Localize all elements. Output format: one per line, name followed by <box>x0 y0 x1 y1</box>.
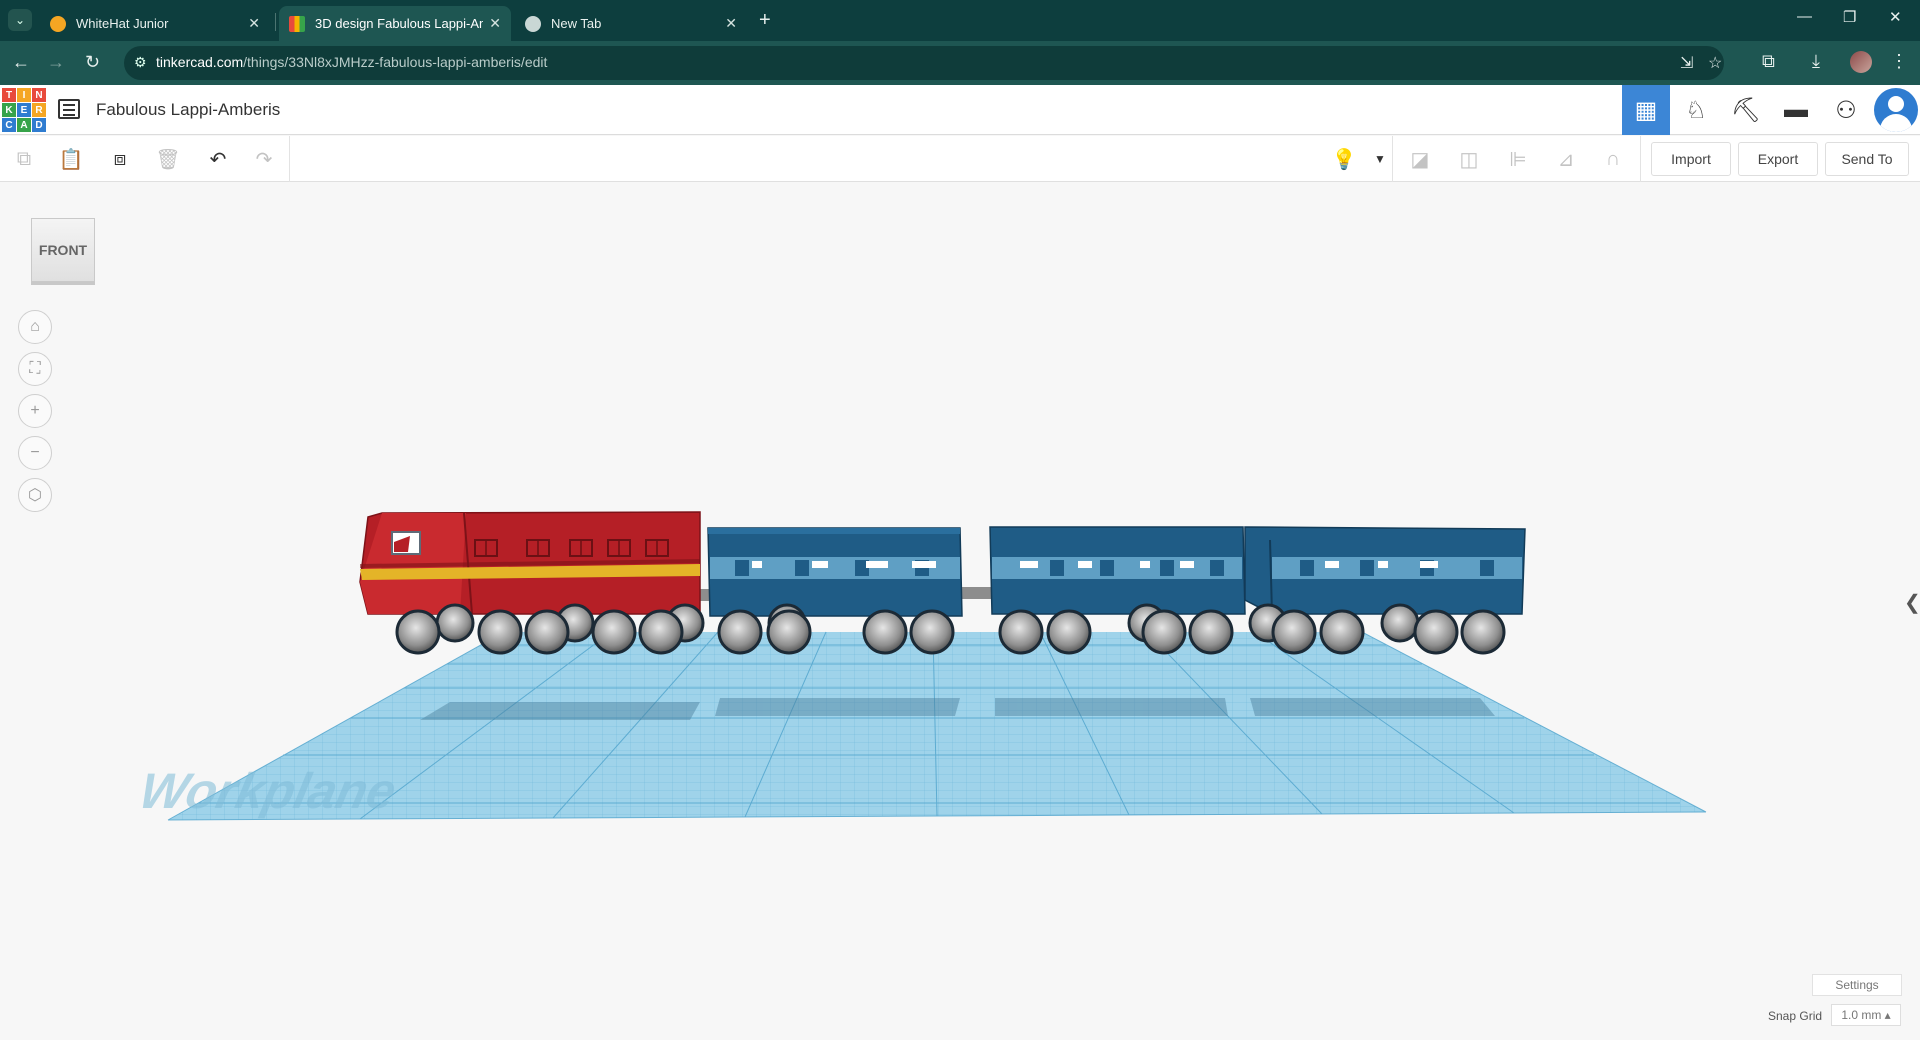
whitehat-favicon-icon <box>50 15 66 32</box>
logo-letter: T <box>2 88 16 102</box>
extensions-icon[interactable]: ⧉ <box>1762 51 1775 72</box>
mirror-icon[interactable]: ⊿ <box>1551 144 1581 174</box>
reload-icon[interactable]: ↻ <box>85 52 100 73</box>
magnet-icon[interactable]: ∩ <box>1598 144 1628 174</box>
bricks-icon[interactable]: ▬ <box>1772 85 1820 135</box>
align-icon[interactable]: ⊫ <box>1503 144 1533 174</box>
paste-icon[interactable]: 📋 <box>56 144 86 174</box>
ungroup-icon[interactable]: ◫ <box>1454 144 1484 174</box>
fit-view-icon[interactable]: ⛶ <box>18 352 52 386</box>
sim-lab-icon[interactable]: ♘ <box>1672 85 1720 135</box>
url-path: /things/33Nl8xJMHzz-fabulous-lappi-amber… <box>243 54 548 70</box>
blocks-pickaxe-icon[interactable]: ⛏ <box>1722 85 1770 135</box>
logo-letter: N <box>32 88 46 102</box>
browser-tab-bar: ⌄ WhiteHat Junior ✕ 3D design Fabulous L… <box>0 0 1920 41</box>
tab-divider <box>275 13 276 31</box>
import-button[interactable]: Import <box>1651 142 1731 176</box>
workplane-grid[interactable] <box>167 631 1707 821</box>
tab-tinkercad-design[interactable]: 3D design Fabulous Lappi-Amb ✕ <box>279 6 511 41</box>
3d-workspace[interactable]: Workplane FRONT ⌂ ⛶ + − ⬡ ❮ Settings Sna… <box>0 182 1920 1040</box>
toolbar-divider <box>1640 136 1641 182</box>
logo-letter: A <box>17 118 31 132</box>
view-cube-front[interactable]: FRONT <box>31 218 95 282</box>
tab-title: New Tab <box>551 16 602 31</box>
logo-letter: E <box>17 103 31 117</box>
blue-coach-3[interactable] <box>1244 526 1526 615</box>
site-info-icon[interactable]: ⚙ <box>134 54 147 71</box>
snap-grid-label: Snap Grid <box>1768 1009 1823 1023</box>
zoom-out-icon[interactable]: − <box>18 436 52 470</box>
duplicate-icon[interactable]: ⧈ <box>105 144 135 174</box>
logo-letter: D <box>32 118 46 132</box>
blue-coach-2[interactable] <box>989 526 1246 615</box>
3d-scene[interactable]: Workplane <box>0 182 1920 1040</box>
zoom-in-icon[interactable]: + <box>18 394 52 428</box>
snap-grid-select[interactable]: 1.0 mm ▴ <box>1831 1004 1901 1026</box>
restore-icon[interactable]: ❐ <box>1843 8 1856 26</box>
url-omnibox[interactable]: ⚙ tinkercad.com/things/33Nl8xJMHzz-fabul… <box>124 46 1724 80</box>
close-tab-icon[interactable]: ✕ <box>489 15 501 32</box>
3d-design-view-icon[interactable]: ▦ <box>1622 85 1670 135</box>
toolbar-divider <box>1392 136 1393 182</box>
tab-search-chevron-icon[interactable]: ⌄ <box>8 9 32 31</box>
tab-whitehat-junior[interactable]: WhiteHat Junior ✕ <box>40 6 270 41</box>
send-to-button[interactable]: Send To <box>1825 142 1909 176</box>
download-icon[interactable]: ⤓ <box>1812 51 1820 72</box>
tab-title: 3D design Fabulous Lappi-Amb <box>315 16 484 31</box>
logo-letter: C <box>2 118 16 132</box>
chevron-down-icon[interactable]: ▼ <box>1365 144 1395 174</box>
logo-letter: K <box>2 103 16 117</box>
browser-menu-icon[interactable]: ⋮ <box>1890 51 1908 72</box>
tinkercad-header: T I N K E R C A D Fabulous Lappi-Amberis… <box>0 85 1920 135</box>
browser-profile-avatar[interactable] <box>1850 51 1872 73</box>
blue-coach-1[interactable] <box>707 527 963 617</box>
user-avatar[interactable] <box>1874 88 1918 132</box>
close-tab-icon[interactable]: ✕ <box>725 15 737 32</box>
tab-title: WhiteHat Junior <box>76 16 169 31</box>
design-title[interactable]: Fabulous Lappi-Amberis <box>96 100 280 120</box>
close-tab-icon[interactable]: ✕ <box>248 15 260 32</box>
settings-button[interactable]: Settings <box>1812 974 1902 996</box>
chrome-favicon-icon <box>525 15 541 32</box>
home-view-icon[interactable]: ⌂ <box>18 310 52 344</box>
toolbar-divider <box>289 136 290 182</box>
invite-user-icon[interactable]: ⚇ <box>1822 85 1870 135</box>
undo-icon[interactable]: ↶ <box>203 144 233 174</box>
minimize-icon[interactable]: — <box>1797 8 1812 25</box>
edit-toolbar: ⧉ 📋 ⧈ 🗑 ↶ ↷ 💡 ▼ ◪ ◫ ⊫ ⊿ ∩ Import Export … <box>0 136 1920 182</box>
logo-letter: R <box>32 103 46 117</box>
trash-icon[interactable]: 🗑 <box>153 144 183 174</box>
collapse-panel-chevron-icon[interactable]: ❮ <box>1904 590 1920 615</box>
forward-icon[interactable]: → <box>47 52 65 73</box>
new-tab-plus-icon[interactable]: + <box>759 9 771 32</box>
logo-letter: I <box>17 88 31 102</box>
redo-icon[interactable]: ↷ <box>249 144 279 174</box>
close-window-icon[interactable]: ✕ <box>1889 8 1902 26</box>
tinkercad-logo[interactable]: T I N K E R C A D <box>2 88 46 132</box>
bookmark-star-icon[interactable]: ☆ <box>1708 53 1722 73</box>
export-button[interactable]: Export <box>1738 142 1818 176</box>
tinkercad-favicon-icon <box>289 15 305 32</box>
tab-new-tab[interactable]: New Tab ✕ <box>515 6 747 41</box>
light-bulb-icon[interactable]: 💡 <box>1329 144 1359 174</box>
url-host: tinkercad.com <box>156 54 244 70</box>
design-list-icon[interactable] <box>58 99 80 119</box>
back-icon[interactable]: ← <box>12 52 30 73</box>
group-icon[interactable]: ◪ <box>1405 144 1435 174</box>
install-app-icon[interactable]: ⇲ <box>1680 53 1693 73</box>
copy-icon[interactable]: ⧉ <box>9 144 39 174</box>
browser-address-bar: ← → ↻ ⚙ tinkercad.com/things/33Nl8xJMHzz… <box>0 41 1920 85</box>
red-locomotive[interactable] <box>359 511 701 615</box>
workplane-label: Workplane <box>135 763 402 819</box>
perspective-icon[interactable]: ⬡ <box>18 478 52 512</box>
url-text[interactable]: tinkercad.com/things/33Nl8xJMHzz-fabulou… <box>156 54 547 70</box>
